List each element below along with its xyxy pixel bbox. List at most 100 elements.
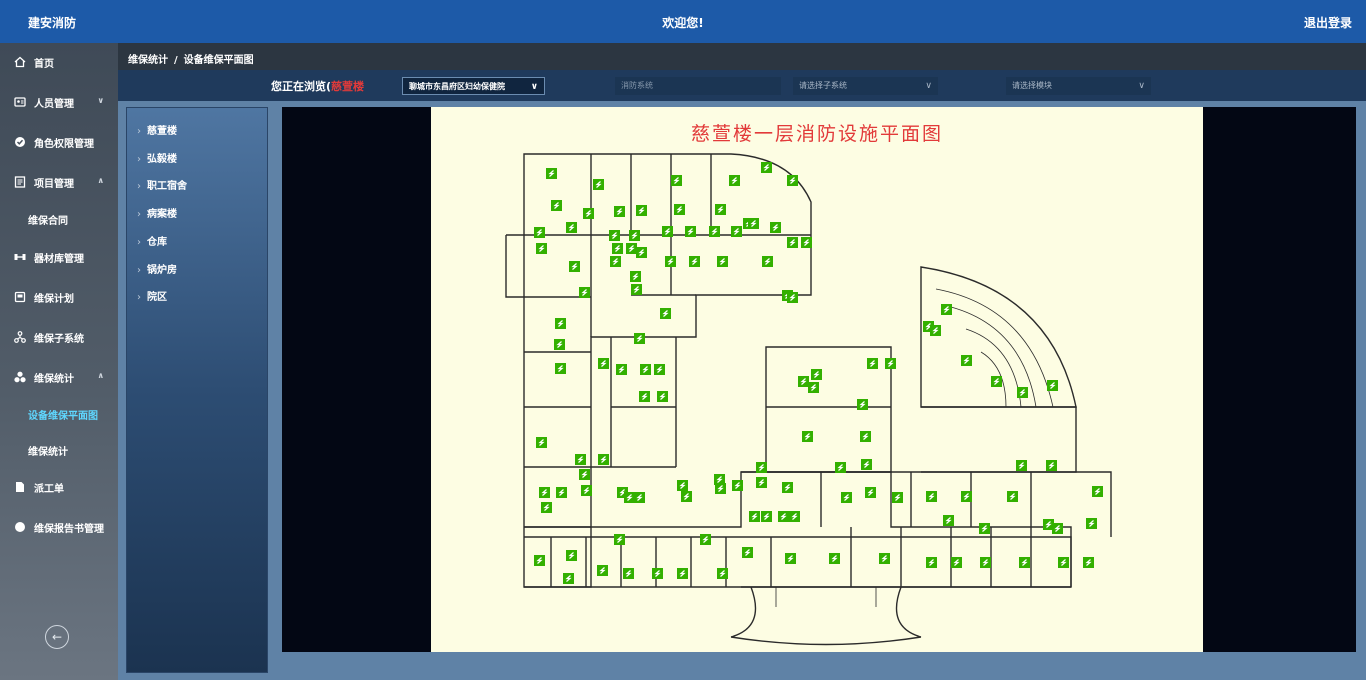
equipment-marker[interactable] [677,568,688,579]
equipment-marker[interactable] [951,557,962,568]
equipment-marker[interactable] [555,363,566,374]
equipment-marker[interactable] [787,237,798,248]
building-item[interactable]: › 慈萱楼 [137,122,177,137]
equipment-marker[interactable] [569,261,580,272]
equipment-marker[interactable] [566,550,577,561]
equipment-marker[interactable] [761,511,772,522]
sidebar-item-maintenance-stats[interactable]: 维保统计 [0,435,118,465]
equipment-marker[interactable] [636,247,647,258]
equipment-marker[interactable] [623,568,634,579]
equipment-marker[interactable] [865,487,876,498]
equipment-marker[interactable] [943,515,954,526]
equipment-marker[interactable] [657,391,668,402]
equipment-marker[interactable] [782,482,793,493]
hospital-select[interactable]: 聊城市东昌府区妇幼保健院 ∨ [402,77,545,95]
equipment-marker[interactable] [717,568,728,579]
equipment-marker[interactable] [630,271,641,282]
equipment-marker[interactable] [539,487,550,498]
equipment-marker[interactable] [811,369,822,380]
equipment-marker[interactable] [609,230,620,241]
equipment-marker[interactable] [857,399,868,410]
equipment-marker[interactable] [715,204,726,215]
logout-button[interactable]: 退出登录 [1304,14,1352,31]
equipment-marker[interactable] [861,459,872,470]
equipment-marker[interactable] [1017,387,1028,398]
sidebar-item-contracts[interactable]: 维保合同 [0,204,118,234]
building-item[interactable]: › 病案楼 [137,205,177,220]
equipment-marker[interactable] [926,557,937,568]
equipment-marker[interactable] [534,227,545,238]
equipment-marker[interactable] [879,553,890,564]
equipment-marker[interactable] [583,208,594,219]
equipment-marker[interactable] [1016,460,1027,471]
equipment-marker[interactable] [581,485,592,496]
equipment-marker[interactable] [787,175,798,186]
sidebar-item-home[interactable]: 首页 [0,47,118,77]
equipment-marker[interactable] [555,318,566,329]
equipment-marker[interactable] [566,222,577,233]
equipment-marker[interactable] [610,256,621,267]
building-item[interactable]: › 锅炉房 [137,261,177,276]
sidebar-item-roles[interactable]: 角色权限管理 [0,127,118,157]
equipment-marker[interactable] [731,226,742,237]
equipment-marker[interactable] [762,256,773,267]
equipment-marker[interactable] [575,454,586,465]
equipment-marker[interactable] [867,358,878,369]
equipment-marker[interactable] [546,168,557,179]
module-select[interactable]: 请选择模块 ∨ [1006,77,1151,95]
sidebar-item-work-orders[interactable]: 派工单 [0,472,118,502]
equipment-marker[interactable] [551,200,562,211]
equipment-marker[interactable] [802,431,813,442]
equipment-marker[interactable] [614,534,625,545]
equipment-marker[interactable] [1092,486,1103,497]
equipment-marker[interactable] [926,491,937,502]
sidebar-item-equipment[interactable]: 器材库管理 [0,242,118,272]
equipment-marker[interactable] [612,243,623,254]
equipment-marker[interactable] [748,218,759,229]
equipment-marker[interactable] [709,226,720,237]
equipment-marker[interactable] [770,222,781,233]
equipment-marker[interactable] [930,325,941,336]
equipment-marker[interactable] [1007,491,1018,502]
equipment-marker[interactable] [749,511,760,522]
equipment-marker[interactable] [885,358,896,369]
equipment-marker[interactable] [761,162,772,173]
equipment-marker[interactable] [756,477,767,488]
equipment-marker[interactable] [1058,557,1069,568]
equipment-marker[interactable] [616,364,627,375]
equipment-marker[interactable] [662,226,673,237]
equipment-marker[interactable] [579,469,590,480]
equipment-marker[interactable] [636,205,647,216]
equipment-marker[interactable] [689,256,700,267]
equipment-marker[interactable] [629,230,640,241]
breadcrumb-parent[interactable]: 维保统计 [128,55,168,66]
equipment-marker[interactable] [941,304,952,315]
equipment-marker[interactable] [785,553,796,564]
equipment-marker[interactable] [1043,519,1054,530]
sidebar-item-personnel[interactable]: 人员管理 ∨ [0,87,118,117]
equipment-marker[interactable] [1086,518,1097,529]
arrow-left-circle-icon[interactable]: ← [45,625,69,649]
equipment-marker[interactable] [742,547,753,558]
equipment-marker[interactable] [808,382,819,393]
equipment-marker[interactable] [756,462,767,473]
equipment-marker[interactable] [652,568,663,579]
fire-system-select[interactable]: 消防系统 [615,77,781,95]
equipment-marker[interactable] [598,454,609,465]
equipment-marker[interactable] [1019,557,1030,568]
equipment-marker[interactable] [961,491,972,502]
equipment-marker[interactable] [700,534,711,545]
equipment-marker[interactable] [685,226,696,237]
equipment-marker[interactable] [729,175,740,186]
sidebar-item-projects[interactable]: 项目管理 ∧ [0,167,118,197]
equipment-marker[interactable] [674,204,685,215]
building-item[interactable]: › 弘毅楼 [137,150,177,165]
equipment-marker[interactable] [534,555,545,566]
equipment-marker[interactable] [660,308,671,319]
equipment-marker[interactable] [536,243,547,254]
equipment-marker[interactable] [787,292,798,303]
equipment-marker[interactable] [778,511,789,522]
equipment-marker[interactable] [798,376,809,387]
equipment-marker[interactable] [556,487,567,498]
equipment-marker[interactable] [980,557,991,568]
